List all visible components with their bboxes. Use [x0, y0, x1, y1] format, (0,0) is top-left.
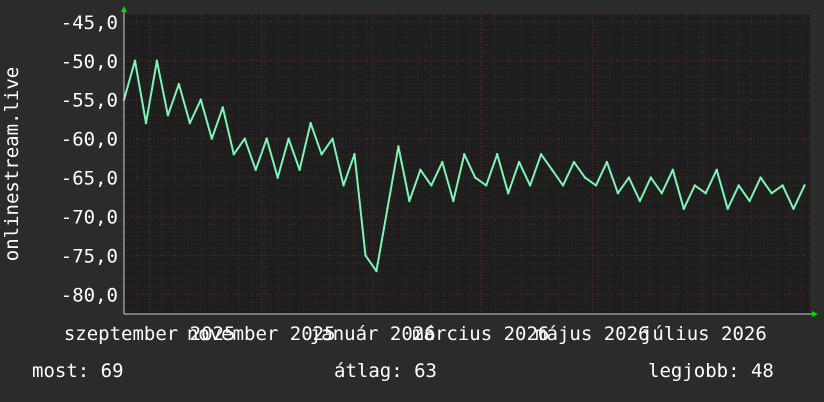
- data-point: [133, 59, 137, 62]
- data-point: [539, 153, 543, 156]
- data-point: [748, 199, 751, 203]
- data-point: [221, 106, 224, 109]
- y-axis-label-wrap: onlinestream.live: [0, 14, 24, 314]
- data-point: [144, 121, 148, 125]
- data-point: [781, 184, 784, 187]
- data-point: [726, 207, 729, 211]
- data-point: [594, 184, 598, 187]
- x-tick-label: május 2026: [535, 323, 649, 345]
- data-point: [408, 199, 411, 203]
- data-point: [397, 145, 400, 148]
- data-point: [386, 207, 389, 211]
- data-point: [693, 184, 696, 187]
- y-axis-label: onlinestream.live: [1, 66, 23, 262]
- y-axis-arrow: [121, 6, 127, 12]
- data-point: [331, 137, 334, 140]
- data-point: [759, 176, 762, 179]
- y-tick-label: -75,0: [61, 246, 118, 268]
- data-point: [210, 137, 214, 140]
- x-tick-label: július 2026: [641, 323, 767, 345]
- data-point: [353, 153, 356, 156]
- stat-average-label: átlag:: [334, 360, 403, 382]
- y-tick-label: -50,0: [61, 51, 118, 73]
- data-point: [232, 153, 235, 156]
- stat-current: most: 69: [32, 360, 124, 382]
- x-axis-arrow: [812, 311, 818, 317]
- data-point: [375, 269, 378, 273]
- data-point: [463, 153, 466, 156]
- stat-average-value: 63: [414, 360, 437, 382]
- data-point: [506, 192, 510, 195]
- data-point: [770, 192, 773, 195]
- data-point: [430, 184, 433, 187]
- data-point: [298, 168, 301, 172]
- data-point: [265, 137, 268, 140]
- stat-current-label: most:: [32, 360, 90, 382]
- y-tick-label: -60,0: [61, 129, 118, 151]
- data-point: [704, 192, 707, 195]
- data-point: [287, 137, 290, 140]
- data-point: [561, 184, 565, 187]
- data-point: [638, 199, 642, 203]
- data-point: [342, 184, 345, 187]
- data-point: [495, 153, 499, 156]
- data-point: [309, 121, 312, 125]
- data-point: [177, 82, 181, 86]
- data-point: [583, 176, 587, 179]
- x-tick-label: március 2026: [412, 323, 549, 345]
- stat-average: átlag: 63: [334, 360, 437, 382]
- data-point: [671, 168, 674, 172]
- stat-best: legjobb: 48: [648, 360, 774, 382]
- data-point: [276, 176, 279, 179]
- data-point: [199, 98, 203, 101]
- data-point: [572, 160, 576, 164]
- data-point: [550, 168, 554, 172]
- y-tick-label: -45,0: [61, 12, 118, 34]
- stat-best-value: 48: [750, 360, 774, 382]
- data-point: [452, 199, 455, 203]
- data-point: [155, 59, 159, 62]
- stat-current-value: 69: [100, 360, 124, 382]
- data-point: [243, 137, 246, 140]
- y-tick-label: -55,0: [61, 90, 118, 112]
- data-point: [485, 184, 488, 187]
- data-point: [737, 184, 740, 187]
- data-point: [616, 192, 620, 195]
- data-point: [792, 207, 795, 211]
- data-point: [320, 153, 323, 156]
- data-point: [605, 160, 609, 164]
- data-point: [188, 121, 192, 125]
- y-tick-label: -70,0: [61, 207, 118, 229]
- y-tick-label: -65,0: [61, 168, 118, 190]
- data-point: [419, 168, 422, 172]
- data-point: [517, 160, 521, 164]
- data-point: [474, 176, 477, 179]
- data-point: [364, 254, 367, 257]
- data-point: [660, 192, 664, 195]
- data-point: [528, 184, 532, 187]
- rrd-graph: -45,0 -50,0 -55,0 -60,0 -65,0 -70,0 -75,0 -80,0…: [61, 6, 818, 345]
- data-point: [441, 160, 444, 164]
- data-point: [166, 114, 170, 117]
- data-point: [715, 168, 718, 172]
- data-point: [627, 176, 631, 179]
- data-point: [649, 176, 653, 179]
- data-point: [254, 168, 257, 172]
- y-tick-label: -80,0: [61, 285, 118, 307]
- data-point: [682, 207, 685, 211]
- chart-panel: -45,0 -50,0 -55,0 -60,0 -65,0 -70,0 -75,0 -80,0…: [0, 0, 824, 402]
- data-point: [803, 184, 806, 187]
- stat-best-label: legjobb:: [648, 360, 740, 382]
